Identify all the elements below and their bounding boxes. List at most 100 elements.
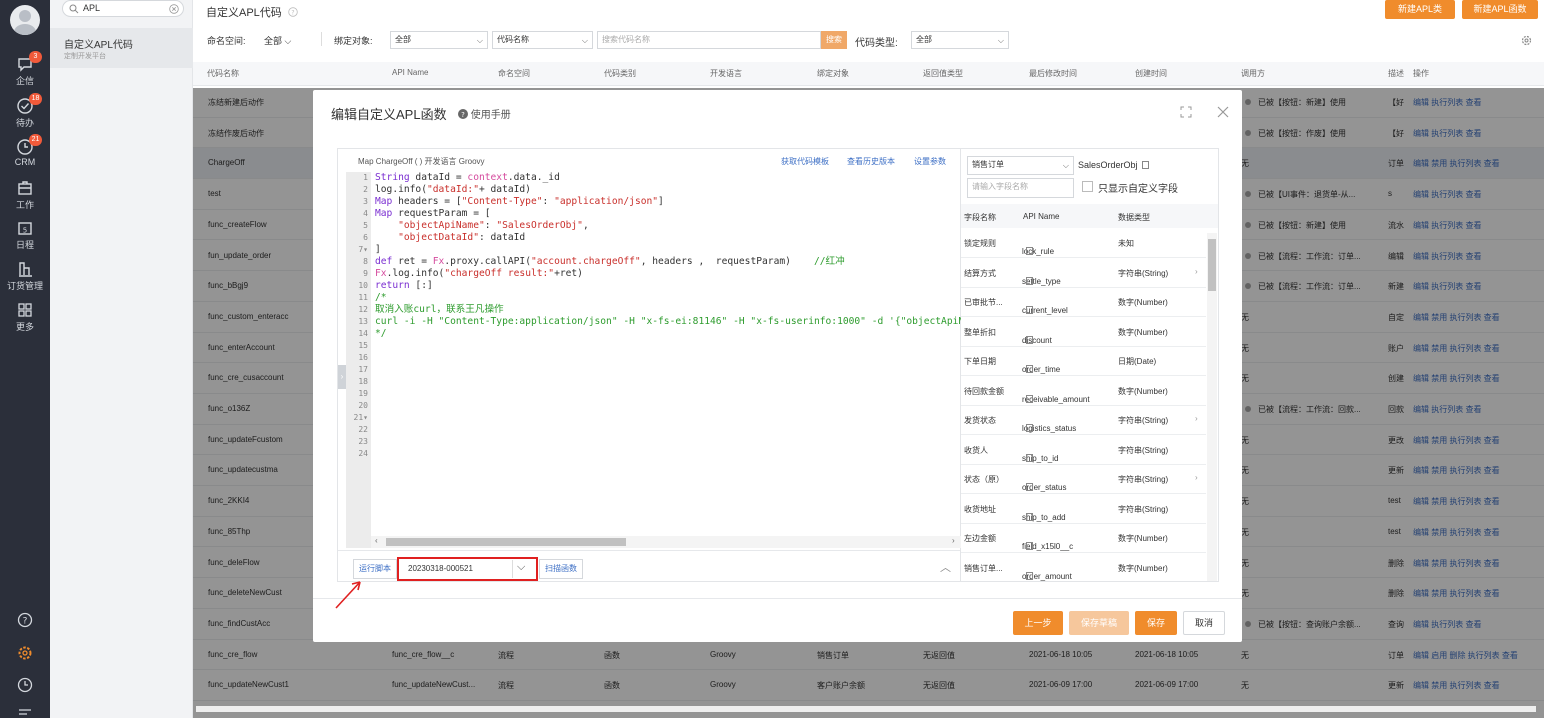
field-row[interactable]: 销售订单... order_amount 数字(Number) <box>961 554 1206 582</box>
code-line: */ <box>375 328 387 339</box>
bind-object-select[interactable]: 全部 ⌵ <box>390 31 488 49</box>
nav-item-crm[interactable]: CRM 21 <box>0 134 50 167</box>
column-header: 绑定对象 <box>817 69 849 78</box>
field-row[interactable]: 收货地址 ship_to_add 字符串(String) <box>961 495 1206 524</box>
chevron-up-icon[interactable]: ︿ <box>940 559 951 575</box>
copy-icon[interactable] <box>1026 394 1033 403</box>
chevron-right-icon[interactable]: › <box>1195 267 1198 276</box>
horizontal-scrollbar[interactable]: ‹ › <box>371 536 961 548</box>
field-search-input[interactable]: 请输入字段名称 <box>967 178 1074 198</box>
save-button[interactable]: 保存 <box>1135 611 1177 635</box>
question-icon[interactable]: ? <box>288 7 298 17</box>
cancel-button[interactable]: 取消 <box>1183 611 1225 635</box>
nav-item-orders[interactable]: 订货管理 <box>0 260 50 292</box>
field-row[interactable]: 锁定规则 lock_rule 未知 <box>961 229 1206 258</box>
close-icon[interactable] <box>1217 106 1229 118</box>
history-version-link[interactable]: 查看历史版本 <box>847 156 895 167</box>
search-input[interactable]: APL <box>62 0 184 17</box>
help-icon[interactable]: ? <box>17 612 33 628</box>
scrollbar-thumb[interactable] <box>1208 239 1216 291</box>
code-area[interactable]: String dataId = context.data._id log.info… <box>375 172 961 542</box>
page-title: 自定义APL代码 ? <box>206 4 298 20</box>
nav-item-work[interactable]: 工作 <box>0 179 50 211</box>
svg-text:?: ? <box>291 10 294 17</box>
user-avatar[interactable] <box>10 5 40 35</box>
nav-item-todo[interactable]: 待办 18 <box>0 93 50 129</box>
copy-icon[interactable] <box>1026 365 1033 373</box>
history-icon[interactable] <box>17 677 33 693</box>
line-number: 10 <box>358 281 368 290</box>
gear-icon[interactable] <box>17 645 33 661</box>
field-row[interactable]: 收货人 ship_to_id 字符串(String) <box>961 436 1206 465</box>
scan-function-button[interactable]: 扫描函数 <box>539 559 583 579</box>
scroll-left-icon[interactable]: ‹ <box>375 536 378 545</box>
copy-icon[interactable] <box>1026 424 1033 432</box>
copy-icon[interactable] <box>1026 453 1033 462</box>
line-number: 9 <box>363 269 368 278</box>
menu-icon[interactable] <box>17 707 33 718</box>
copy-icon[interactable] <box>1141 161 1149 169</box>
code-type-select[interactable]: 全部 ⌵ <box>911 31 1009 49</box>
prev-step-button[interactable]: 上一步 <box>1013 611 1063 635</box>
copy-icon[interactable] <box>1026 247 1033 255</box>
copy-icon[interactable] <box>1026 306 1033 314</box>
only-custom-checkbox[interactable] <box>1082 181 1093 192</box>
line-number: 4 <box>363 209 368 218</box>
field-row[interactable]: 左边金额 field_x15l0__c 数字(Number) <box>961 524 1206 553</box>
field-row[interactable]: 状态（原） order_status 字符串(String) › <box>961 465 1206 494</box>
namespace-select[interactable]: 全部 ⌵ <box>264 34 291 47</box>
copy-icon[interactable] <box>1026 483 1033 491</box>
scroll-right-icon[interactable]: › <box>952 536 955 545</box>
search-button[interactable]: 搜索 <box>821 31 847 49</box>
help-manual-link[interactable]: ? 使用手册 <box>458 106 511 121</box>
fields-scrollbar[interactable] <box>1207 233 1217 581</box>
field-name: 锁定规则 <box>964 239 996 248</box>
edit-apl-modal: 编辑自定义APL函数 ? 使用手册 Map ChargeOff ( ) 开发语言… <box>313 90 1242 642</box>
line-number: 18 <box>358 377 368 386</box>
column-header: 调用方 <box>1241 69 1265 78</box>
nav-item-qixin[interactable]: 企信 3 <box>0 51 50 87</box>
field-row[interactable]: 下单日期 order_time 日期(Date) <box>961 347 1206 376</box>
subnav-item-apl[interactable]: 自定义APL代码 定制开发平台 <box>50 28 193 68</box>
page-horizontal-scrollbar[interactable] <box>196 706 1536 712</box>
nav-badge: 3 <box>29 51 42 63</box>
field-row[interactable]: 已审批节... current_level 数字(Number) <box>961 288 1206 317</box>
code-name-select[interactable]: 代码名称 ⌵ <box>492 31 593 49</box>
copy-icon[interactable] <box>1026 512 1033 521</box>
settings-icon[interactable] <box>1521 35 1532 46</box>
new-apl-function-button[interactable]: 新建APL函数 <box>1462 0 1538 19</box>
object-api-name: SalesOrderObj <box>1078 160 1149 170</box>
new-apl-class-button[interactable]: 新建APL类 <box>1385 0 1455 19</box>
copy-icon[interactable] <box>1026 276 1033 285</box>
get-template-link[interactable]: 获取代码模板 <box>781 156 829 167</box>
run-data-select[interactable]: 20230318-000521 ⌵ <box>397 557 538 581</box>
nav-item-schedule[interactable]: 5 日程 <box>0 219 50 251</box>
scrollbar-thumb[interactable] <box>386 538 626 546</box>
set-params-link[interactable]: 设置参数 <box>914 156 946 167</box>
clear-icon[interactable] <box>169 4 179 14</box>
chevron-right-icon[interactable]: › <box>1195 414 1198 423</box>
field-row[interactable]: 发货状态 logistics_status 字符串(String) › <box>961 406 1206 435</box>
object-select[interactable]: 销售订单 ⌵ <box>967 156 1074 175</box>
save-draft-button[interactable]: 保存草稿 <box>1069 611 1129 635</box>
chevron-right-icon[interactable]: › <box>1195 473 1198 482</box>
copy-icon[interactable] <box>1026 571 1033 580</box>
field-row[interactable]: 待回款金额 receivable_amount 数字(Number) <box>961 377 1206 406</box>
field-row[interactable]: 结算方式 settle_type 字符串(String) › <box>961 259 1206 288</box>
nav-item-more[interactable]: 更多 <box>0 301 50 333</box>
line-number: 17 <box>358 365 368 374</box>
svg-text:?: ? <box>23 617 28 627</box>
field-row[interactable]: 整单折扣 discount 数字(Number) <box>961 318 1206 347</box>
fullscreen-icon[interactable] <box>1180 106 1192 118</box>
column-header: API Name <box>392 68 429 77</box>
chevron-down-icon: ⌵ <box>517 561 526 573</box>
code-search-input[interactable]: 搜索代码名称 <box>597 31 821 49</box>
editor-info: Map ChargeOff ( ) 开发语言 Groovy <box>358 157 485 166</box>
collapse-left-handle[interactable]: › <box>338 365 346 389</box>
copy-icon[interactable] <box>1026 335 1033 344</box>
copy-icon[interactable] <box>1026 542 1033 550</box>
field-type: 字符串(String) <box>1118 475 1169 484</box>
line-number: 11 <box>358 293 368 302</box>
column-header: 返回值类型 <box>923 69 963 78</box>
line-number: 3 <box>363 197 368 206</box>
